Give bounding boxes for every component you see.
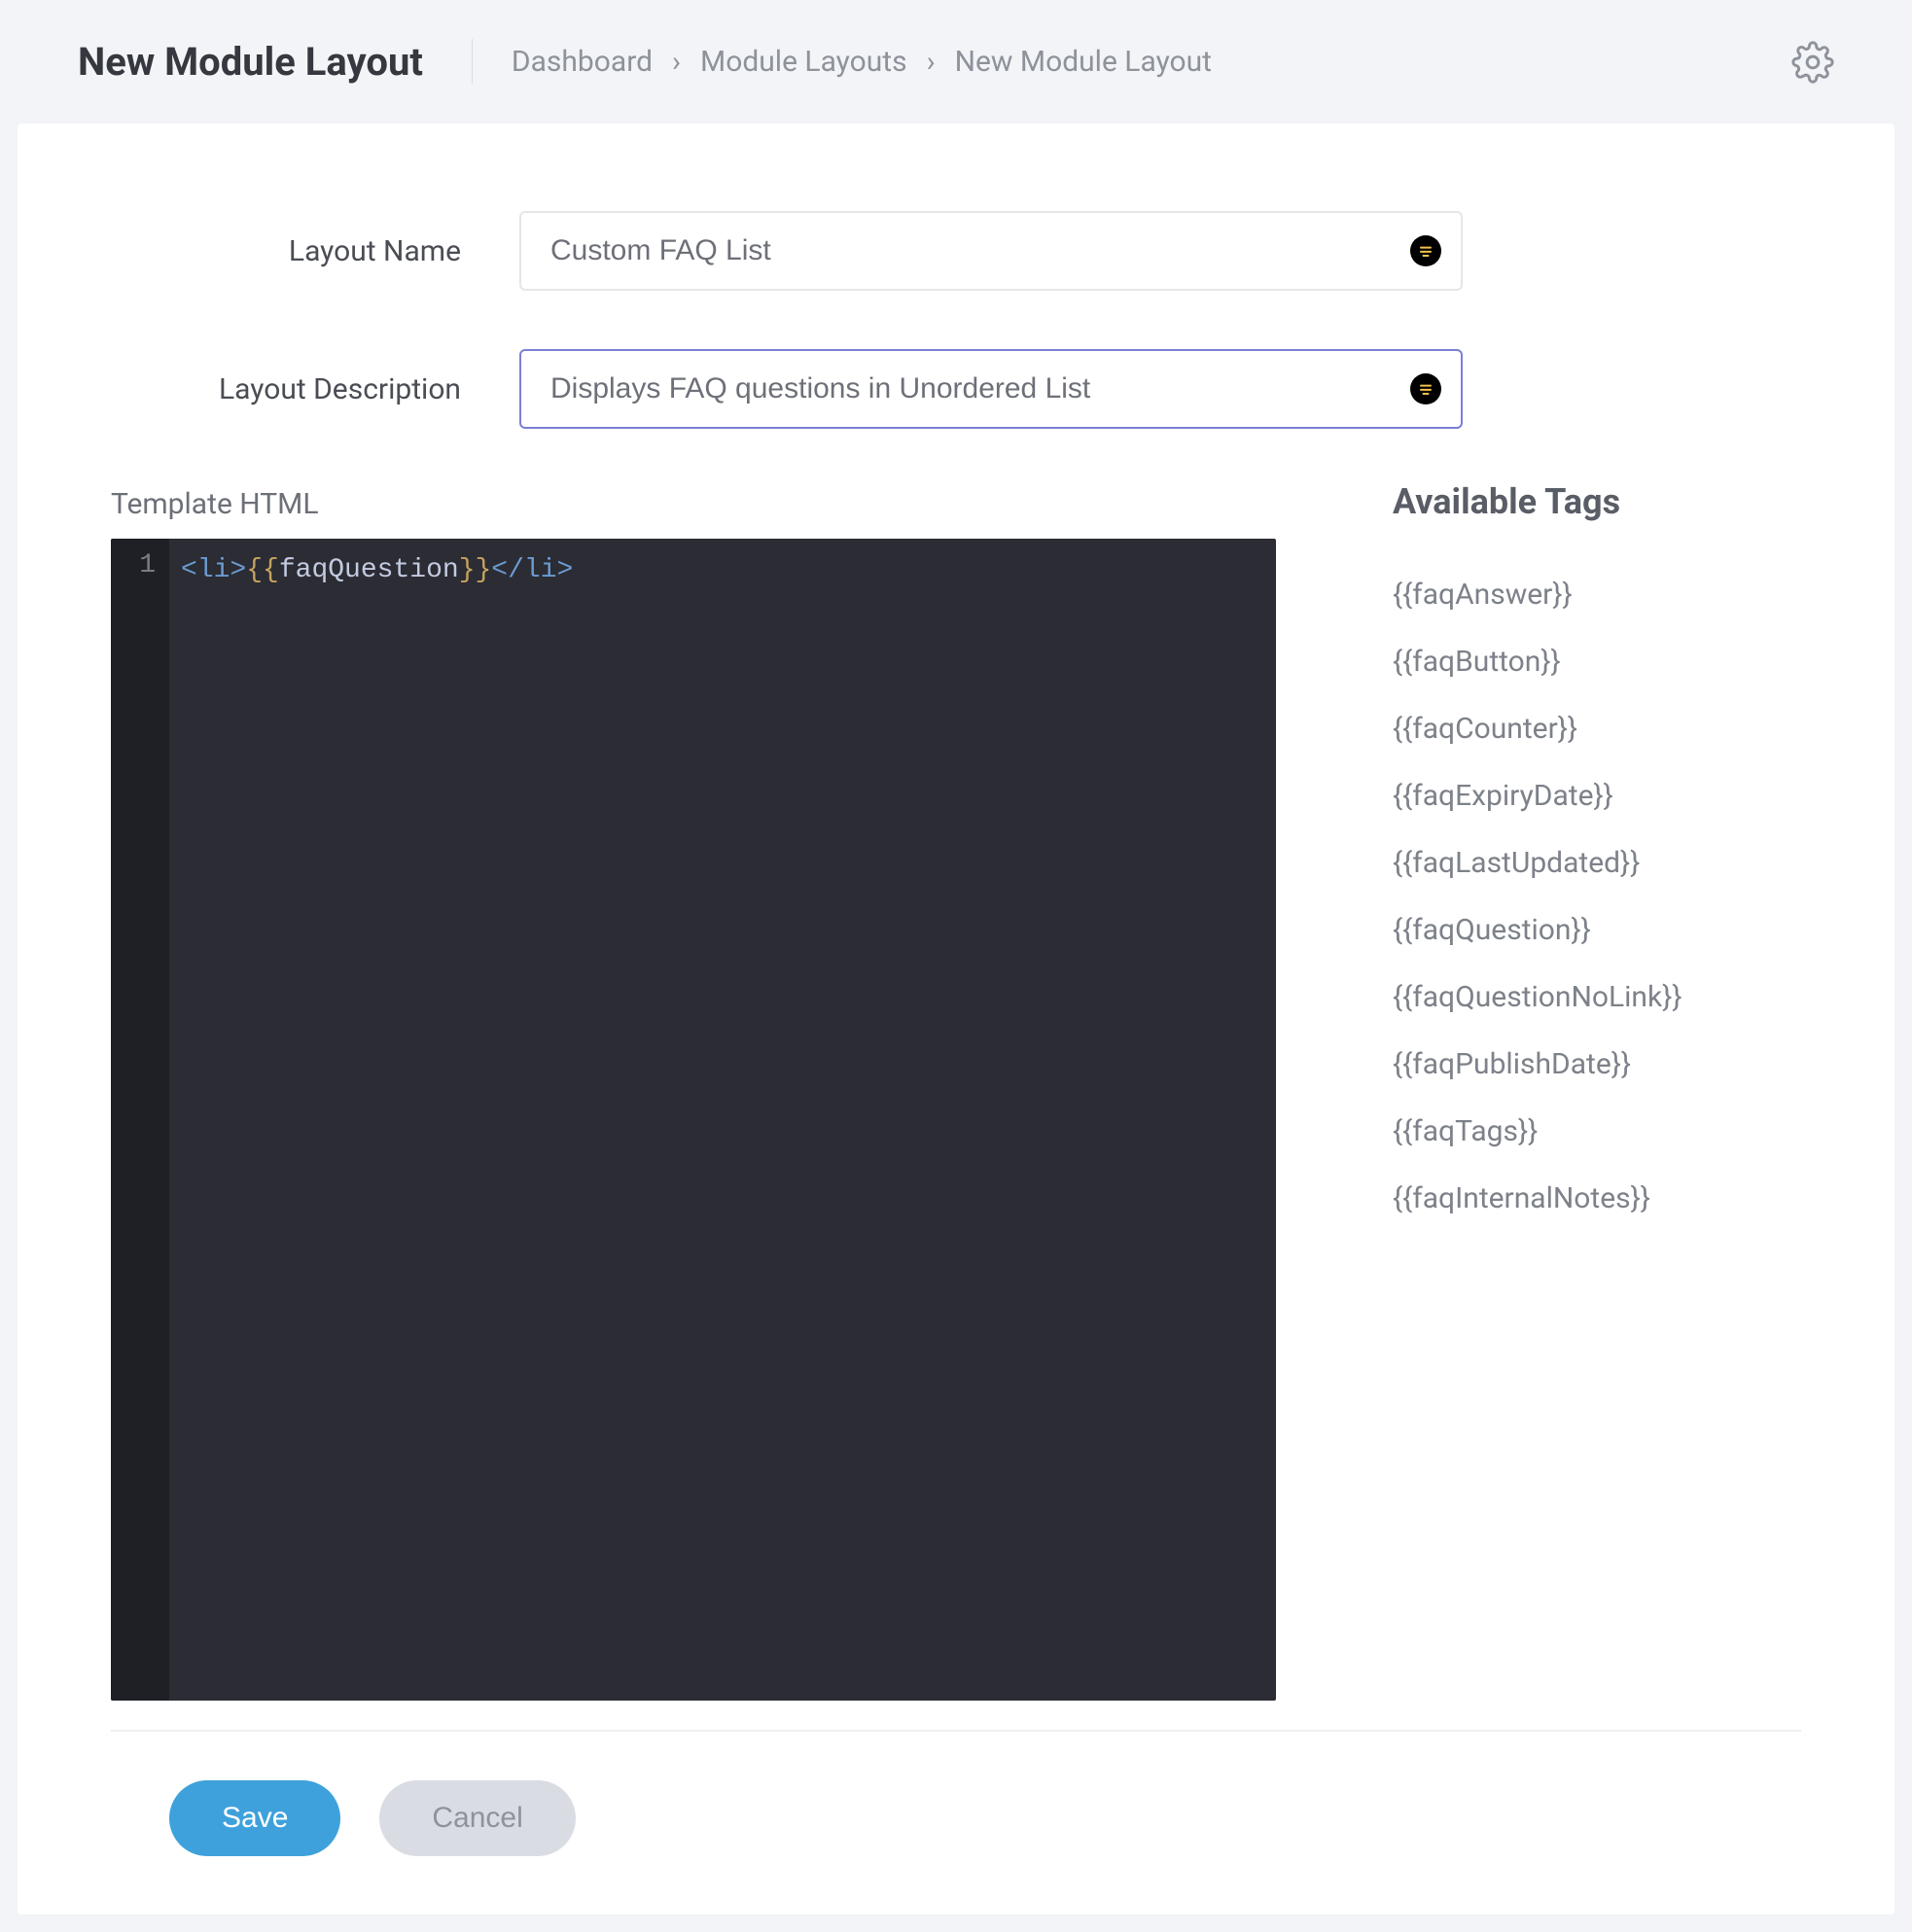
gear-icon xyxy=(1791,41,1834,84)
template-html-label: Template HTML xyxy=(111,487,1276,521)
breadcrumb-item-current: New Module Layout xyxy=(955,45,1212,79)
actions-bar: Save Cancel xyxy=(111,1732,1801,1914)
code-token: }} xyxy=(459,555,492,585)
code-gutter: 1 xyxy=(111,539,169,1701)
code-editor[interactable]: 1 <li>{{faqQuestion}}</li> xyxy=(111,539,1276,1701)
tag-item[interactable]: {{faqLastUpdated}} xyxy=(1393,829,1801,896)
input-indicator-icon[interactable] xyxy=(1410,373,1441,404)
line-number: 1 xyxy=(124,550,156,580)
tag-item[interactable]: {{faqQuestionNoLink}} xyxy=(1393,964,1801,1031)
tag-item[interactable]: {{faqTags}} xyxy=(1393,1098,1801,1165)
input-indicator-icon[interactable] xyxy=(1410,235,1441,266)
available-tags-column: Available Tags {{faqAnswer}} {{faqButton… xyxy=(1393,487,1801,1701)
layout-description-input-wrap xyxy=(519,349,1463,429)
tag-item[interactable]: {{faqAnswer}} xyxy=(1393,561,1801,628)
code-token: {{ xyxy=(246,555,279,585)
tag-item[interactable]: {{faqExpiryDate}} xyxy=(1393,762,1801,829)
code-token: faqQuestion xyxy=(279,555,459,585)
available-tags-title: Available Tags xyxy=(1393,481,1801,522)
code-token: < xyxy=(181,555,197,585)
layout-description-input[interactable] xyxy=(519,349,1463,429)
layout-description-label: Layout Description xyxy=(111,372,519,406)
breadcrumb-separator: › xyxy=(927,45,936,79)
row-layout-name: Layout Name xyxy=(111,211,1801,291)
form-card: Layout Name Layout Description xyxy=(18,123,1894,1914)
tag-item[interactable]: {{faqPublishDate}} xyxy=(1393,1031,1801,1098)
layout-name-label: Layout Name xyxy=(111,234,519,268)
save-button[interactable]: Save xyxy=(169,1780,340,1856)
breadcrumb-item-dashboard[interactable]: Dashboard xyxy=(512,45,653,79)
breadcrumb-item-module-layouts[interactable]: Module Layouts xyxy=(700,45,907,79)
layout-name-input-wrap xyxy=(519,211,1463,291)
code-token: > xyxy=(230,555,246,585)
topbar: New Module Layout Dashboard › Module Lay… xyxy=(0,0,1912,123)
code-token: li xyxy=(197,555,230,585)
breadcrumb: Dashboard › Module Layouts › New Module … xyxy=(512,45,1791,79)
editor-row: Template HTML 1 <li>{{faqQuestion}}</li>… xyxy=(111,487,1801,1701)
editor-column: Template HTML 1 <li>{{faqQuestion}}</li> xyxy=(111,487,1276,1701)
code-token: li xyxy=(524,555,557,585)
breadcrumb-separator: › xyxy=(672,45,681,79)
code-token: </ xyxy=(491,555,524,585)
row-layout-description: Layout Description xyxy=(111,349,1801,429)
layout-name-input[interactable] xyxy=(519,211,1463,291)
tag-item[interactable]: {{faqQuestion}} xyxy=(1393,896,1801,964)
cancel-button[interactable]: Cancel xyxy=(379,1780,575,1856)
code-body[interactable]: <li>{{faqQuestion}}</li> xyxy=(169,539,588,1701)
tag-item[interactable]: {{faqCounter}} xyxy=(1393,695,1801,762)
settings-button[interactable] xyxy=(1791,41,1834,84)
tag-item[interactable]: {{faqButton}} xyxy=(1393,628,1801,695)
page-title: New Module Layout xyxy=(78,39,473,85)
tag-item[interactable]: {{faqInternalNotes}} xyxy=(1393,1165,1801,1232)
code-token: > xyxy=(557,555,574,585)
